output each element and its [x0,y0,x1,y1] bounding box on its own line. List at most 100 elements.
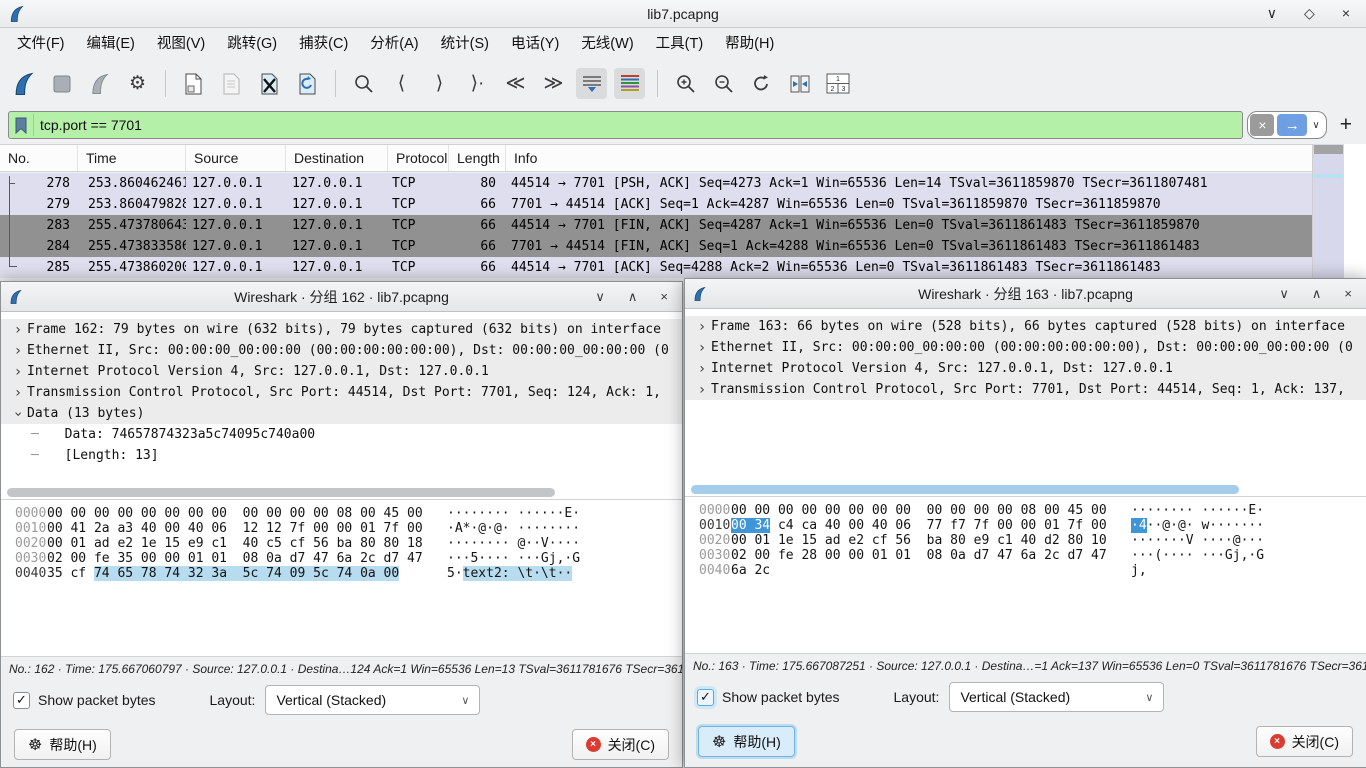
close-icon[interactable]: × [660,289,668,305]
open-file-icon[interactable] [178,68,209,99]
menu-item[interactable]: 分析(A) [359,28,429,61]
hex-row[interactable]: 0020 00 01 ad e2 1e 15 e9 c1 40 c5 cf 56… [1,536,682,551]
hex-ascii[interactable]: ········ ······E· [447,506,580,521]
hex-row[interactable]: 0030 02 00 fe 28 00 00 01 01 08 0a d7 47… [685,548,1366,563]
horizontal-scrollbar[interactable] [7,488,555,497]
menu-item[interactable]: 工具(T) [645,28,715,61]
layout-select[interactable]: Vertical (Stacked) ∨ [949,682,1164,712]
hex-bytes[interactable]: 02 00 fe 35 00 00 01 01 08 0a d7 47 6a 2… [47,551,447,566]
filter-expression[interactable]: tcp.port == 7701 [40,117,142,133]
maximize-icon[interactable]: ∧ [628,289,638,305]
hex-ascii[interactable]: ···5···· ···Gj,·G [447,551,580,566]
stop-capture-icon[interactable] [46,68,77,99]
hex-bytes[interactable]: 02 00 fe 28 00 00 01 01 08 0a d7 47 6a 2… [731,548,1131,563]
hex-dump[interactable]: 0000 00 00 00 00 00 00 00 00 00 00 00 00… [1,500,682,657]
table-row[interactable]: 278 253.860462461 127.0.0.1 127.0.0.1 TC… [0,173,1312,194]
close-file-icon[interactable] [254,68,285,99]
table-row[interactable]: 279 253.860479828 127.0.0.1 127.0.0.1 TC… [0,194,1312,215]
hex-ascii[interactable]: ·A*·@·@· ········ [447,521,580,536]
maximize-icon[interactable]: ◇ [1304,5,1315,22]
close-button[interactable]: × 关闭(C) [1256,726,1353,757]
expander-icon[interactable]: › [693,340,711,356]
hex-ascii[interactable]: ········ ······E· [1131,503,1264,518]
minimize-icon[interactable]: ∨ [595,289,605,305]
menu-item[interactable]: 统计(S) [430,28,500,61]
hex-bytes[interactable]: 00 01 ad e2 1e 15 e9 c1 40 c5 cf 56 ba 8… [47,536,447,551]
expander-icon[interactable]: › [693,361,711,377]
zoom-out-icon[interactable] [708,68,739,99]
tree-row[interactable]: ›Internet Protocol Version 4, Src: 127.0… [1,361,682,382]
colorize-icon[interactable] [614,68,645,99]
column-header[interactable]: Time [78,145,186,171]
column-header[interactable]: No. [0,145,78,171]
hex-bytes[interactable]: 6a 2c [731,563,1131,578]
column-header[interactable]: Info [506,145,1312,171]
zoom-reset-icon[interactable] [746,68,777,99]
hex-ascii[interactable]: j, [1131,563,1147,578]
hex-row[interactable]: 0020 00 01 1e 15 ad e2 cf 56 ba 80 e9 c1… [685,533,1366,548]
hex-dump[interactable]: 0000 00 00 00 00 00 00 00 00 00 00 00 00… [685,497,1366,654]
resize-columns-icon[interactable] [784,68,815,99]
display-filter-input[interactable]: tcp.port == 7701 [8,111,1243,139]
menu-item[interactable]: 文件(F) [6,28,76,61]
dialog-titlebar[interactable]: Wireshark · 分组 163 · lib7.pcapng ∨ ∧ × [685,279,1366,309]
column-header[interactable]: Protocol [388,145,449,171]
hex-row[interactable]: 0030 02 00 fe 35 00 00 01 01 08 0a d7 47… [1,551,682,566]
expander-icon[interactable]: › [9,322,27,338]
capture-options-icon[interactable]: ⚙ [122,68,153,99]
tree-row[interactable]: ›Transmission Control Protocol, Src Port… [685,379,1366,400]
column-header[interactable]: Length [449,145,506,171]
menu-item[interactable]: 跳转(G) [216,28,288,61]
add-filter-button-icon[interactable]: + [1336,113,1356,137]
hex-bytes[interactable]: 00 01 1e 15 ad e2 cf 56 ba 80 e9 c1 40 d… [731,533,1131,548]
tree-row[interactable]: [Length: 13] [1,445,682,466]
layout-icon[interactable]: 123 [822,68,853,99]
column-header[interactable]: Destination [286,145,388,171]
tree-row[interactable]: ›Ethernet II, Src: 00:00:00_00:00:00 (00… [685,337,1366,358]
forward-icon[interactable]: ⟩ [424,68,455,99]
minimize-icon[interactable]: ∨ [1267,5,1277,22]
menu-item[interactable]: 帮助(H) [714,28,785,61]
last-packet-icon[interactable]: ≫ [538,68,569,99]
hex-bytes[interactable]: 00 00 00 00 00 00 00 00 00 00 00 00 08 0… [731,503,1131,518]
hex-ascii[interactable]: ···(···· ···Gj,·G [1131,548,1264,563]
close-icon[interactable]: × [1342,5,1350,22]
hex-ascii[interactable]: ········ @··V···· [447,536,580,551]
hex-row[interactable]: 0000 00 00 00 00 00 00 00 00 00 00 00 00… [1,506,682,521]
hex-row[interactable]: 0000 00 00 00 00 00 00 00 00 00 00 00 00… [685,503,1366,518]
tree-row[interactable]: ›Ethernet II, Src: 00:00:00_00:00:00 (00… [1,340,682,361]
help-button[interactable]: ☸ 帮助(H) [14,729,111,760]
show-packet-bytes-checkbox[interactable]: ✓ [13,692,30,709]
filter-bookmark-icon[interactable] [15,114,34,136]
close-button[interactable]: × 关闭(C) [572,729,669,760]
scrollbar-thumb[interactable] [1314,145,1343,154]
hex-bytes[interactable]: 00 34 c4 ca 40 00 40 06 77 f7 7f 00 00 0… [731,518,1131,533]
intelligent-scrollbar[interactable] [1312,144,1344,281]
expander-icon[interactable]: › [10,405,26,423]
back-icon[interactable]: ⟨ [386,68,417,99]
hex-ascii[interactable]: ·······V ····@··· [1131,533,1264,548]
menu-item[interactable]: 电话(Y) [500,28,570,61]
hex-bytes[interactable]: 00 41 2a a3 40 00 40 06 12 12 7f 00 00 0… [47,521,447,536]
expander-icon[interactable]: › [693,382,711,398]
tree-row[interactable]: ›Internet Protocol Version 4, Src: 127.0… [685,358,1366,379]
zoom-in-icon[interactable] [670,68,701,99]
hex-ascii[interactable]: ·4··@·@· w······· [1131,518,1264,533]
tree-row[interactable]: ›Frame 162: 79 bytes on wire (632 bits),… [1,319,682,340]
menu-item[interactable]: 编辑(E) [76,28,146,61]
expander-icon[interactable]: › [9,385,27,401]
tree-row[interactable]: Data: 74657874323a5c74095c740a00 [1,424,682,445]
menu-item[interactable]: 捕获(C) [288,28,359,61]
maximize-icon[interactable]: ∧ [1312,286,1322,302]
show-packet-bytes-checkbox[interactable]: ✓ [697,689,714,706]
horizontal-scrollbar[interactable] [691,485,1239,494]
hex-ascii[interactable]: 5·text2: \t·\t·· [447,566,572,581]
minimize-icon[interactable]: ∨ [1279,286,1289,302]
filter-apply-icon[interactable]: → [1277,114,1307,136]
close-icon[interactable]: × [1344,286,1352,302]
hex-row[interactable]: 0040 35 cf 74 65 78 74 32 3a 5c 74 09 5c… [1,566,682,581]
hex-row[interactable]: 0010 00 34 c4 ca 40 00 40 06 77 f7 7f 00… [685,518,1366,533]
dialog-titlebar[interactable]: Wireshark · 分组 162 · lib7.pcapng ∨ ∧ × [1,282,682,312]
auto-scroll-icon[interactable] [576,68,607,99]
find-packet-icon[interactable] [348,68,379,99]
